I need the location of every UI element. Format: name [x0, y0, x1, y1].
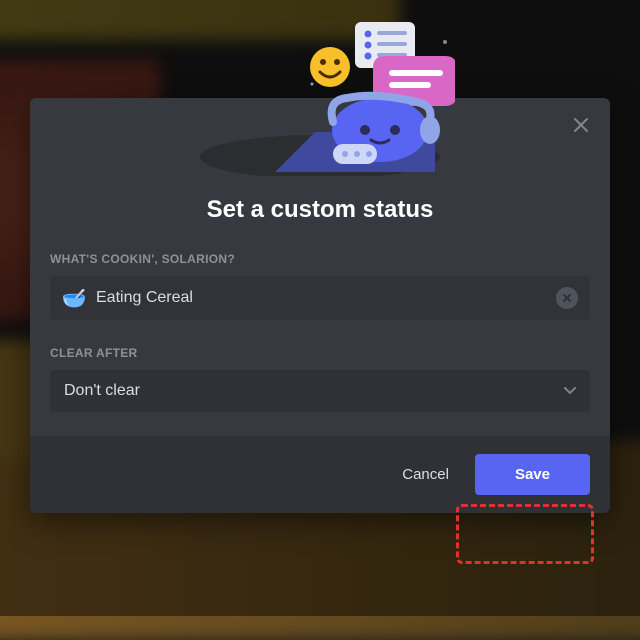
clear-after-value: Don't clear — [64, 382, 140, 400]
chevron-down-icon — [564, 387, 576, 395]
close-button[interactable] — [568, 112, 594, 138]
modal-footer: Cancel Save — [30, 436, 610, 513]
clear-status-button[interactable] — [556, 287, 578, 309]
status-field-label: WHAT'S COOKIN', SOLARION? — [50, 252, 590, 266]
modal-header: Set a custom status — [30, 98, 610, 244]
close-icon — [572, 116, 590, 134]
modal-title: Set a custom status — [30, 180, 610, 244]
status-text-input[interactable] — [96, 289, 556, 307]
clear-after-select[interactable]: Don't clear — [50, 370, 590, 412]
clear-after-label: CLEAR AFTER — [50, 346, 590, 360]
cancel-button[interactable]: Cancel — [384, 456, 467, 493]
custom-status-modal: Set a custom status WHAT'S COOKIN', SOLA… — [30, 98, 610, 513]
save-button[interactable]: Save — [475, 454, 590, 495]
clear-icon — [562, 293, 572, 303]
status-input-row: 🥣 — [50, 276, 590, 320]
emoji-picker-button[interactable]: 🥣 — [62, 286, 86, 310]
modal-body: WHAT'S COOKIN', SOLARION? 🥣 CLEAR AFTER … — [30, 244, 610, 436]
